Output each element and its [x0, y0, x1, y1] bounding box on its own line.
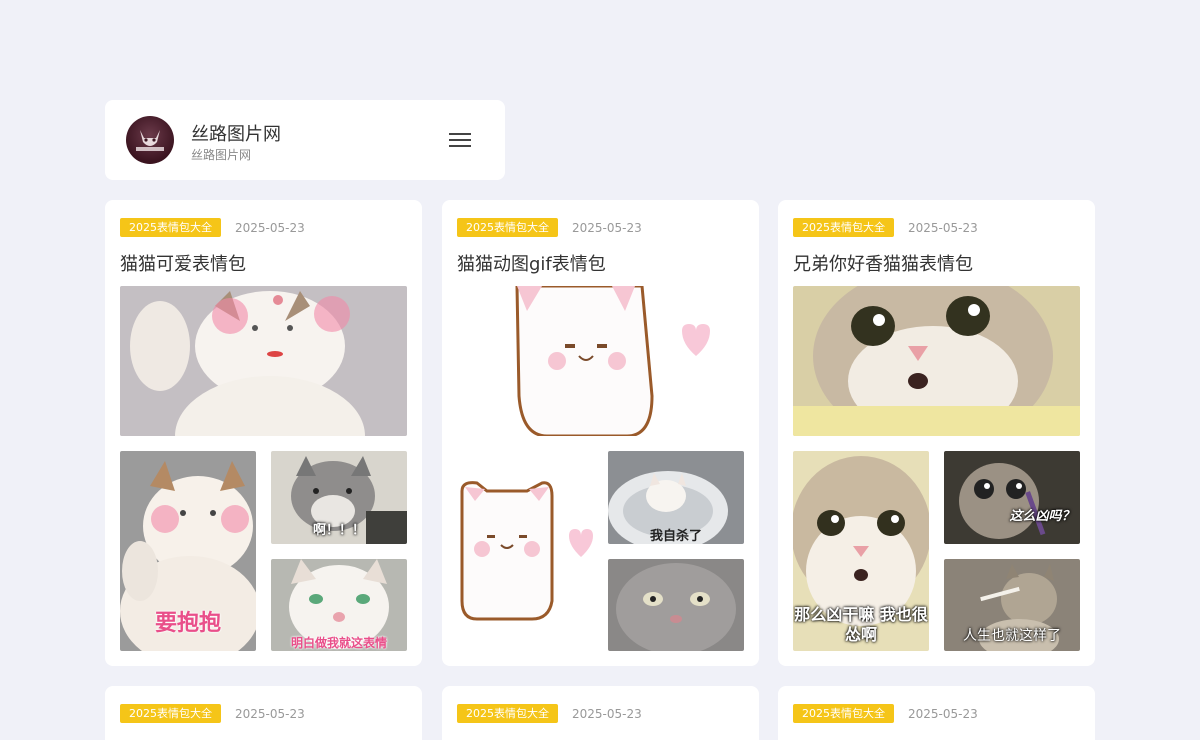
- site-header: 丝路图片网 丝路图片网: [105, 100, 505, 180]
- post-card[interactable]: 2025表情包大全 2025-05-23: [105, 686, 422, 740]
- image-caption: 要抱抱: [154, 611, 221, 636]
- image-caption: 那么凶干嘛 我也很怂啊: [794, 605, 928, 644]
- post-thumb-image[interactable]: 啊！！！: [271, 451, 407, 544]
- post-meta: 2025表情包大全 2025-05-23: [793, 218, 978, 237]
- post-meta: 2025表情包大全 2025-05-23: [120, 218, 305, 237]
- post-thumb-image[interactable]: 明白做我就这表情: [271, 559, 407, 651]
- menu-hamburger-icon[interactable]: [449, 130, 471, 150]
- site-logo[interactable]: [126, 116, 174, 164]
- image-caption: 人生也就这样了: [963, 628, 1061, 644]
- post-card[interactable]: 2025表情包大全 2025-05-23 猫猫可爱表情包 要抱抱 啊！！！ 明白…: [105, 200, 422, 666]
- post-main-image[interactable]: [793, 286, 1080, 436]
- post-title[interactable]: 猫猫可爱表情包: [120, 250, 246, 276]
- post-date: 2025-05-23: [572, 220, 642, 235]
- category-tag[interactable]: 2025表情包大全: [120, 218, 221, 237]
- post-meta: 2025表情包大全 2025-05-23: [457, 704, 642, 723]
- post-thumb-image[interactable]: 人生也就这样了: [944, 559, 1080, 651]
- post-thumb-image[interactable]: 要抱抱: [120, 451, 256, 651]
- image-caption: 啊！！！: [312, 523, 365, 538]
- image-caption: 这么凶吗？: [1009, 509, 1075, 524]
- post-date: 2025-05-23: [908, 220, 978, 235]
- site-subtitle: 丝路图片网: [191, 148, 252, 162]
- category-tag[interactable]: 2025表情包大全: [793, 704, 894, 723]
- site-title[interactable]: 丝路图片网: [191, 120, 281, 146]
- post-title[interactable]: 兄弟你好香猫猫表情包: [793, 250, 973, 276]
- post-meta: 2025表情包大全 2025-05-23: [793, 704, 978, 723]
- post-card[interactable]: 2025表情包大全 2025-05-23 猫猫动图gif表情包 我自杀了: [442, 200, 759, 666]
- category-tag[interactable]: 2025表情包大全: [120, 704, 221, 723]
- category-tag[interactable]: 2025表情包大全: [457, 218, 558, 237]
- image-caption: 我自杀了: [649, 529, 702, 544]
- logo-cat-icon: [136, 130, 164, 151]
- post-card[interactable]: 2025表情包大全 2025-05-23: [442, 686, 759, 740]
- post-thumb-image[interactable]: 这么凶吗？: [944, 451, 1080, 544]
- post-date: 2025-05-23: [235, 220, 305, 235]
- post-thumb-image[interactable]: 我自杀了: [608, 451, 744, 544]
- post-card[interactable]: 2025表情包大全 2025-05-23 兄弟你好香猫猫表情包 那么凶干嘛 我也…: [778, 200, 1095, 666]
- post-main-image[interactable]: [120, 286, 407, 436]
- post-meta: 2025表情包大全 2025-05-23: [120, 704, 305, 723]
- post-date: 2025-05-23: [572, 706, 642, 721]
- post-thumb-image[interactable]: [457, 451, 593, 651]
- post-date: 2025-05-23: [235, 706, 305, 721]
- image-caption: 明白做我就这表情: [290, 636, 387, 650]
- post-thumb-image[interactable]: 那么凶干嘛 我也很怂啊: [793, 451, 929, 651]
- post-meta: 2025表情包大全 2025-05-23: [457, 218, 642, 237]
- category-tag[interactable]: 2025表情包大全: [457, 704, 558, 723]
- post-card[interactable]: 2025表情包大全 2025-05-23: [778, 686, 1095, 740]
- category-tag[interactable]: 2025表情包大全: [793, 218, 894, 237]
- post-date: 2025-05-23: [908, 706, 978, 721]
- post-main-image[interactable]: [457, 286, 744, 436]
- post-title[interactable]: 猫猫动图gif表情包: [457, 250, 606, 276]
- post-thumb-image[interactable]: [608, 559, 744, 651]
